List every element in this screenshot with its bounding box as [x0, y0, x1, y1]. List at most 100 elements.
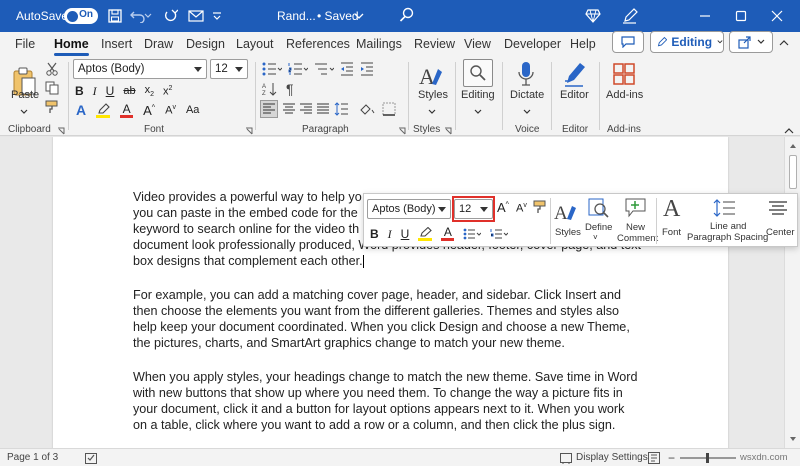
borders-icon[interactable]: [382, 102, 400, 116]
diamond-icon[interactable]: [582, 5, 604, 27]
zoom-slider[interactable]: [680, 453, 736, 463]
superscript-button[interactable]: x2: [163, 85, 172, 98]
editor-button[interactable]: [561, 60, 589, 88]
tab-mailings[interactable]: Mailings: [348, 37, 410, 57]
tab-insert[interactable]: Insert: [93, 37, 140, 57]
focus-icon[interactable]: [560, 452, 572, 466]
tab-file[interactable]: File: [7, 37, 43, 57]
page-info[interactable]: Page 1 of 3: [7, 452, 58, 463]
font-size-combo[interactable]: 12: [210, 59, 248, 79]
share-button[interactable]: [729, 31, 773, 53]
tab-layout[interactable]: Layout: [228, 37, 282, 57]
vertical-scrollbar[interactable]: [784, 137, 800, 448]
increase-indent-icon[interactable]: [360, 62, 374, 76]
change-case-icon[interactable]: Aa: [186, 104, 199, 116]
decrease-indent-icon[interactable]: [340, 62, 354, 76]
scrollbar-thumb[interactable]: [789, 155, 797, 189]
format-painter-icon[interactable]: [44, 99, 60, 115]
paragraph-launcher-icon[interactable]: [398, 124, 406, 138]
mini-numbering-icon[interactable]: [490, 228, 509, 240]
tab-references[interactable]: References: [278, 37, 358, 57]
text-effects-icon[interactable]: A: [76, 102, 86, 118]
mini-font-name-combo[interactable]: Aptos (Body): [367, 199, 451, 219]
ribbon-collapse-chevron-icon[interactable]: [784, 123, 794, 137]
mini-underline-button[interactable]: U: [401, 227, 410, 241]
italic-button[interactable]: I: [93, 84, 97, 99]
bullets-icon[interactable]: [262, 62, 282, 76]
mini-bullets-icon[interactable]: [463, 228, 482, 240]
cut-icon[interactable]: [44, 61, 60, 77]
tab-draw[interactable]: Draw: [136, 37, 181, 57]
font-launcher-icon[interactable]: [245, 124, 253, 138]
mini-font-color-icon[interactable]: A: [441, 226, 455, 241]
show-formatting-icon[interactable]: ¶: [286, 81, 294, 97]
styles-launcher-icon[interactable]: [444, 124, 452, 138]
font-color-icon[interactable]: A: [120, 103, 134, 118]
styles-dropdown-icon[interactable]: [428, 104, 436, 118]
mini-center-icon[interactable]: [769, 201, 787, 218]
document-title[interactable]: Rand...: [277, 9, 316, 23]
title-dropdown-icon[interactable]: [352, 5, 366, 27]
save-icon[interactable]: [104, 5, 126, 27]
underline-button[interactable]: U: [106, 84, 115, 98]
search-icon[interactable]: [396, 4, 418, 26]
tab-home[interactable]: Home: [46, 37, 97, 57]
grow-font-icon[interactable]: A^: [497, 200, 509, 215]
mini-styles-icon[interactable]: A: [554, 200, 578, 225]
format-painter-icon[interactable]: [533, 200, 547, 217]
paste-dropdown-icon[interactable]: [20, 104, 28, 118]
mini-italic-button[interactable]: I: [388, 227, 392, 242]
scroll-up-icon[interactable]: [785, 140, 800, 152]
email-icon[interactable]: [185, 5, 207, 27]
document-page[interactable]: Video provides a powerful way to help yo…: [53, 137, 728, 448]
undo-dropdown-icon[interactable]: [143, 5, 153, 27]
mini-highlight-icon[interactable]: [418, 227, 433, 241]
editing-button[interactable]: [463, 59, 493, 87]
grow-font-icon[interactable]: A^: [143, 103, 155, 118]
customize-toolbar-icon[interactable]: [208, 5, 226, 27]
align-center-icon[interactable]: [283, 103, 295, 115]
tab-help[interactable]: Help: [562, 37, 604, 57]
multilevel-list-icon[interactable]: [314, 62, 334, 76]
close-icon[interactable]: [766, 5, 788, 27]
editing-dropdown-icon[interactable]: [474, 104, 482, 118]
autosave-toggle[interactable]: On: [64, 8, 98, 24]
redo-icon[interactable]: [160, 5, 182, 27]
strikethrough-button[interactable]: ab: [123, 85, 135, 97]
accessibility-icon[interactable]: [85, 452, 97, 466]
clipboard-launcher-icon[interactable]: [57, 124, 65, 138]
tab-developer[interactable]: Developer: [496, 37, 569, 57]
copy-icon[interactable]: [44, 80, 60, 96]
addins-button[interactable]: [611, 60, 637, 88]
mini-font-icon[interactable]: A: [663, 196, 680, 222]
bold-button[interactable]: B: [75, 84, 84, 98]
highlight-icon[interactable]: [96, 102, 111, 118]
sort-icon[interactable]: AZ: [262, 82, 278, 96]
tab-review[interactable]: Review: [406, 37, 463, 57]
shading-icon[interactable]: [359, 102, 377, 116]
align-left-icon[interactable]: [260, 100, 278, 118]
tab-view[interactable]: View: [456, 37, 499, 57]
zoom-out-icon[interactable]: −: [668, 451, 675, 465]
maximize-icon[interactable]: [730, 5, 752, 27]
shrink-font-icon[interactable]: Av: [165, 104, 176, 117]
scroll-down-icon[interactable]: [785, 433, 800, 445]
line-spacing-icon[interactable]: [334, 102, 354, 116]
styles-button[interactable]: A: [417, 62, 445, 88]
justify-icon[interactable]: [317, 103, 329, 115]
align-right-icon[interactable]: [300, 103, 312, 115]
ribbon-collapse-icon[interactable]: [779, 36, 789, 50]
mini-bold-button[interactable]: B: [370, 227, 379, 241]
subscript-button[interactable]: x2: [145, 84, 154, 98]
display-settings[interactable]: Display Settings: [576, 452, 648, 463]
numbering-icon[interactable]: [288, 62, 308, 76]
shrink-font-icon[interactable]: Av: [516, 202, 527, 215]
editing-mode-button[interactable]: Editing: [650, 31, 724, 53]
zoom-slider-thumb[interactable]: [706, 453, 709, 463]
minimize-icon[interactable]: [694, 5, 716, 27]
pen-icon[interactable]: [619, 5, 641, 27]
focus-mode-icon[interactable]: [648, 452, 660, 466]
dictate-button[interactable]: [513, 60, 539, 88]
comments-button[interactable]: [612, 31, 644, 53]
tab-design[interactable]: Design: [178, 37, 233, 57]
